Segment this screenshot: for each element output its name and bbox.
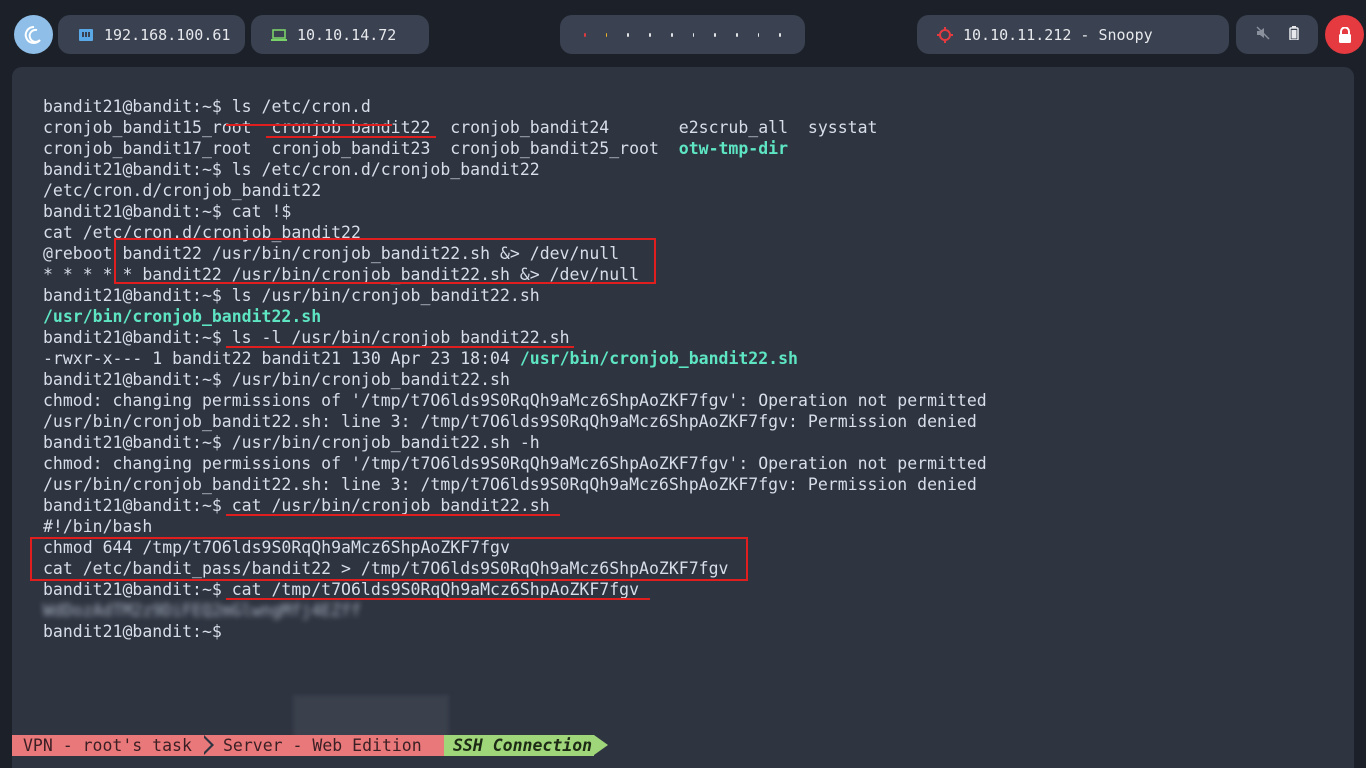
local-ip-text: 192.168.100.61 [104,25,231,44]
status-segment-server[interactable]: Server - Web Edition [212,735,444,756]
shell-prompt: bandit21@bandit:~$ [43,433,232,452]
annotation-underline [226,124,392,126]
terminal-line: WdDozAdTM2z9DiFEQ2mGlwngMfj4EZff [43,600,987,621]
shell-prompt: bandit21@bandit:~$ [43,370,232,389]
shell-command: cat /usr/bin/cronjob_bandit22.sh [231,496,550,515]
annotation-underline [226,514,560,516]
terminal-line: bandit21@bandit:~$ cat /tmp/t7O6lds9S0Rq… [43,579,987,600]
command-output: -rwxr-x--- 1 bandit22 bandit21 130 Apr 2… [43,349,520,368]
segment-separator [201,735,211,755]
annotation-underline [226,598,650,600]
terminal-line: bandit21@bandit:~$ /usr/bin/cronjob_band… [43,369,987,390]
shell-prompt: bandit21@bandit:~$ [43,202,232,221]
shell-prompt: bandit21@bandit:~$ [43,97,232,116]
workspace-dot-9[interactable] [757,32,760,37]
highlighted-path: /usr/bin/cronjob_bandit22.sh [519,349,798,368]
workspace-dot-2[interactable] [605,32,608,37]
annotation-box [114,238,656,284]
highlighted-path: /usr/bin/cronjob_bandit22.sh [43,307,322,326]
terminal-line: /etc/cron.d/cronjob_bandit22 [43,180,987,201]
workspace-dot-3[interactable] [627,32,630,37]
workspace-dot-4[interactable] [649,32,651,37]
shell-prompt: bandit21@bandit:~$ [43,328,232,347]
workspace-dot-10[interactable] [779,32,782,37]
command-output: cronjob_bandit15_root cronjob_bandit22 c… [43,118,878,137]
terminal-line: chmod: changing permissions of '/tmp/t7O… [43,453,987,474]
status-segment-vpn[interactable]: VPN - root's task [12,735,212,756]
terminal-line: bandit21@bandit:~$ ls -l /usr/bin/cronjo… [43,327,987,348]
terminal-line: bandit21@bandit:~$ ls /etc/cron.d/cronjo… [43,159,987,180]
shell-prompt: bandit21@bandit:~$ [43,496,232,515]
annotation-box [30,537,748,581]
command-output: WdDozAdTM2z9DiFEQ2mGlwngMfj4EZff [43,601,361,620]
command-output: /etc/cron.d/cronjob_bandit22 [43,181,322,200]
terminal-line: /usr/bin/cronjob_bandit22.sh [43,306,987,327]
command-output: cronjob_bandit17_root cronjob_bandit23 c… [43,139,679,158]
terminal-line: #!/bin/bash [43,516,987,537]
command-output: /usr/bin/cronjob_bandit22.sh: line 3: /t… [43,475,977,494]
terminal-line: bandit21@bandit:~$ /usr/bin/cronjob_band… [43,432,987,453]
system-tray [1236,15,1318,54]
highlighted-path: otw-tmp-dir [678,139,789,158]
shell-command: ls /usr/bin/cronjob_bandit22.sh [231,286,540,305]
battery-icon[interactable] [1288,25,1299,44]
terminal-line: -rwxr-x--- 1 bandit22 bandit21 130 Apr 2… [43,348,987,369]
segment-separator [594,735,608,755]
vpn-ip-widget[interactable]: 10.10.14.72 [251,15,429,54]
shell-command: /usr/bin/cronjob_bandit22.sh -h [231,433,540,452]
command-output: /usr/bin/cronjob_bandit22.sh: line 3: /t… [43,412,977,431]
terminal-line: bandit21@bandit:~$ cat !$ [43,201,987,222]
annotation-underline [266,136,436,138]
status-segment-ssh[interactable]: SSH Connection [444,735,594,756]
shell-command: ls /etc/cron.d/cronjob_bandit22 [231,160,540,179]
shell-prompt: bandit21@bandit:~$ [43,580,232,599]
workspace-dot-5[interactable] [670,32,673,37]
local-ip-widget[interactable]: 192.168.100.61 [58,15,245,54]
shell-command: /usr/bin/cronjob_bandit22.sh [231,370,510,389]
lock-icon[interactable] [1325,15,1364,54]
annotation-underline [226,346,574,348]
shell-prompt: bandit21@bandit:~$ [43,160,232,179]
terminal-line: bandit21@bandit:~$ [43,621,987,642]
workspace-dot-8[interactable] [735,32,738,37]
terminal-line: cronjob_bandit17_root cronjob_bandit23 c… [43,138,987,159]
workspace-switcher[interactable] [560,15,805,54]
shell-prompt: bandit21@bandit:~$ [43,286,232,305]
ethernet-icon [78,28,94,42]
shell-command: ls -l /usr/bin/cronjob_bandit22.sh [231,328,570,347]
tmux-status-bar: VPN - root's task Server - Web Edition S… [12,735,1354,756]
target-text: 10.10.11.212 - Snoopy [963,25,1153,44]
terminal-line: /usr/bin/cronjob_bandit22.sh: line 3: /t… [43,474,987,495]
terminal-line: bandit21@bandit:~$ cat /usr/bin/cronjob_… [43,495,987,516]
workspace-dot-6[interactable] [692,32,695,37]
workspace-dot-7[interactable] [714,32,716,37]
laptop-icon [271,28,287,42]
command-output: chmod: changing permissions of '/tmp/t7O… [43,391,987,410]
shell-prompt: bandit21@bandit:~$ [43,622,232,641]
terminal-window[interactable]: bandit21@bandit:~$ ls /etc/cron.d cronjob… [12,67,1354,768]
shell-command: cat !$ [231,202,292,221]
command-output: chmod: changing permissions of '/tmp/t7O… [43,454,987,473]
terminal-line: /usr/bin/cronjob_bandit22.sh: line 3: /t… [43,411,987,432]
command-output: #!/bin/bash [43,517,153,536]
target-crosshair-icon [937,26,953,43]
shell-command: cat /tmp/t7O6lds9S0RqQh9aMcz6ShpAoZKF7fg… [231,580,640,599]
terminal-line: cronjob_bandit15_root cronjob_bandit22 c… [43,117,987,138]
terminal-line: bandit21@bandit:~$ ls /usr/bin/cronjob_b… [43,285,987,306]
workspace-dot-1[interactable] [583,32,586,37]
top-panel: 192.168.100.61 10.10.14.72 10.10.11.212 … [0,0,1366,70]
terminal-line: bandit21@bandit:~$ ls /etc/cron.d [43,96,987,117]
volume-muted-icon[interactable] [1256,26,1270,44]
terminal-line: chmod: changing permissions of '/tmp/t7O… [43,390,987,411]
vpn-ip-text: 10.10.14.72 [297,25,397,44]
distro-logo-icon[interactable] [14,15,53,54]
shell-command: ls /etc/cron.d [231,97,371,116]
target-widget[interactable]: 10.10.11.212 - Snoopy [917,15,1229,54]
